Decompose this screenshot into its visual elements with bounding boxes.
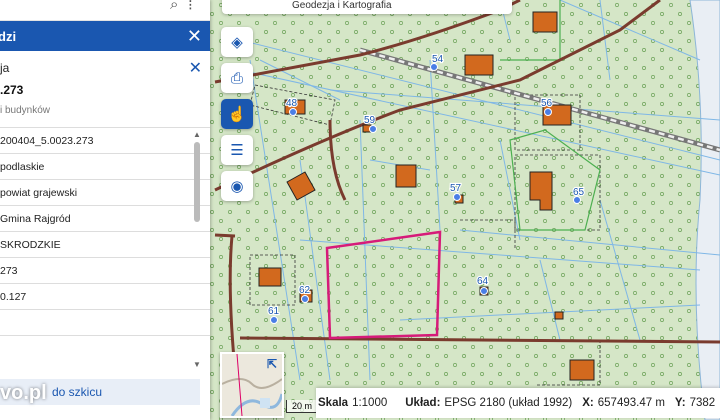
- label-64: 64: [477, 276, 489, 287]
- label-59: 59: [364, 115, 376, 126]
- panel-top-strip: ⌕ ⁝: [0, 0, 210, 21]
- map-topbar: Geodezja i Kartografia: [222, 0, 512, 14]
- list-item: 273: [0, 258, 210, 284]
- x-coordinate-value: 657493.47 m: [597, 397, 665, 409]
- scroll-down-icon[interactable]: ▼: [193, 360, 201, 369]
- scrollbar-thumb[interactable]: [194, 142, 200, 222]
- list-item: 200404_5.0023.273: [0, 128, 210, 154]
- list-item: podlaskie: [0, 154, 210, 180]
- close-icon[interactable]: ✕: [187, 26, 202, 47]
- scale-label: Skala: [318, 397, 349, 409]
- panel-scrollbar[interactable]: ▲ ▼: [193, 130, 201, 369]
- panel-header: dzi ✕: [0, 21, 210, 51]
- voivodeship: podlaskie: [0, 160, 45, 173]
- list-item: powiat grajewski: [0, 180, 210, 206]
- y-coordinate-value: 7382: [689, 397, 716, 409]
- identify-button[interactable]: ☝: [221, 99, 253, 129]
- layers-button[interactable]: ◈: [221, 27, 253, 57]
- label-48: 48: [286, 98, 298, 109]
- add-to-sketch-label: do szkicu: [52, 385, 103, 399]
- status-bar: Skala 1:1000 Układ: EPSG 2180 (układ 1992)…: [316, 388, 720, 418]
- crs-value[interactable]: EPSG 2180 (układ 1992): [444, 397, 572, 409]
- list-item: Gmina Rajgród: [0, 206, 210, 232]
- clipboard-icon: ☰: [230, 142, 244, 159]
- x-coordinate-label: X:: [582, 397, 594, 409]
- hand-pointer-icon: ☝: [227, 106, 247, 123]
- commune: Gmina Rajgród: [0, 212, 71, 225]
- list-item: [0, 310, 210, 336]
- parcel-info-panel: ⌕ ⁝ dzi ✕ ja ✕ .273 i budynków 200404_5.…: [0, 0, 210, 420]
- overview-minimap[interactable]: ⇱: [220, 352, 284, 418]
- list-item: 0.127: [0, 284, 210, 310]
- label-56: 56: [541, 98, 553, 109]
- screenshot-button[interactable]: ◉: [221, 171, 253, 201]
- crs-label: Układ:: [405, 397, 441, 409]
- print-button[interactable]: ⎙: [221, 63, 253, 93]
- print-icon: ⎙: [230, 69, 243, 87]
- label-54: 54: [432, 54, 444, 65]
- panel-title: dzi: [0, 28, 17, 44]
- parcel-identifier: 200404_5.0023.273: [0, 134, 94, 147]
- scroll-up-icon[interactable]: ▲: [193, 130, 201, 139]
- watermark: vo.pl: [0, 382, 47, 404]
- scale-value[interactable]: 1:1000: [352, 397, 387, 409]
- location-icon[interactable]: ⁝: [188, 0, 193, 14]
- report-button[interactable]: ☰: [221, 135, 253, 165]
- parcel-number: .273: [0, 83, 24, 97]
- county: powiat grajewski: [0, 186, 78, 199]
- precinct: SKRODZKIE: [0, 238, 61, 251]
- map-topbar-text: Geodezja i Kartografia: [292, 0, 392, 11]
- parcel-number-value: 273: [0, 264, 18, 277]
- area-value: 0.127: [0, 290, 27, 303]
- section-label: ja: [0, 61, 10, 75]
- camera-icon: ◉: [230, 178, 244, 195]
- close-icon[interactable]: ✕: [189, 58, 202, 78]
- label-57: 57: [450, 183, 462, 194]
- label-65: 65: [573, 187, 585, 198]
- label-62: 62: [299, 285, 311, 296]
- external-link-icon[interactable]: ⇱: [267, 357, 277, 371]
- scale-bar: 20 m: [286, 400, 318, 413]
- section-subtitle: i budynków: [0, 105, 51, 116]
- section-row: ja ✕: [0, 51, 210, 77]
- label-61: 61: [268, 306, 280, 317]
- y-coordinate-label: Y:: [674, 397, 686, 409]
- attribute-list: 200404_5.0023.273 podlaskie powiat graje…: [0, 127, 210, 360]
- layers-icon: ◈: [231, 34, 243, 51]
- list-item: SKRODZKIE: [0, 232, 210, 258]
- search-icon[interactable]: ⌕: [170, 0, 178, 13]
